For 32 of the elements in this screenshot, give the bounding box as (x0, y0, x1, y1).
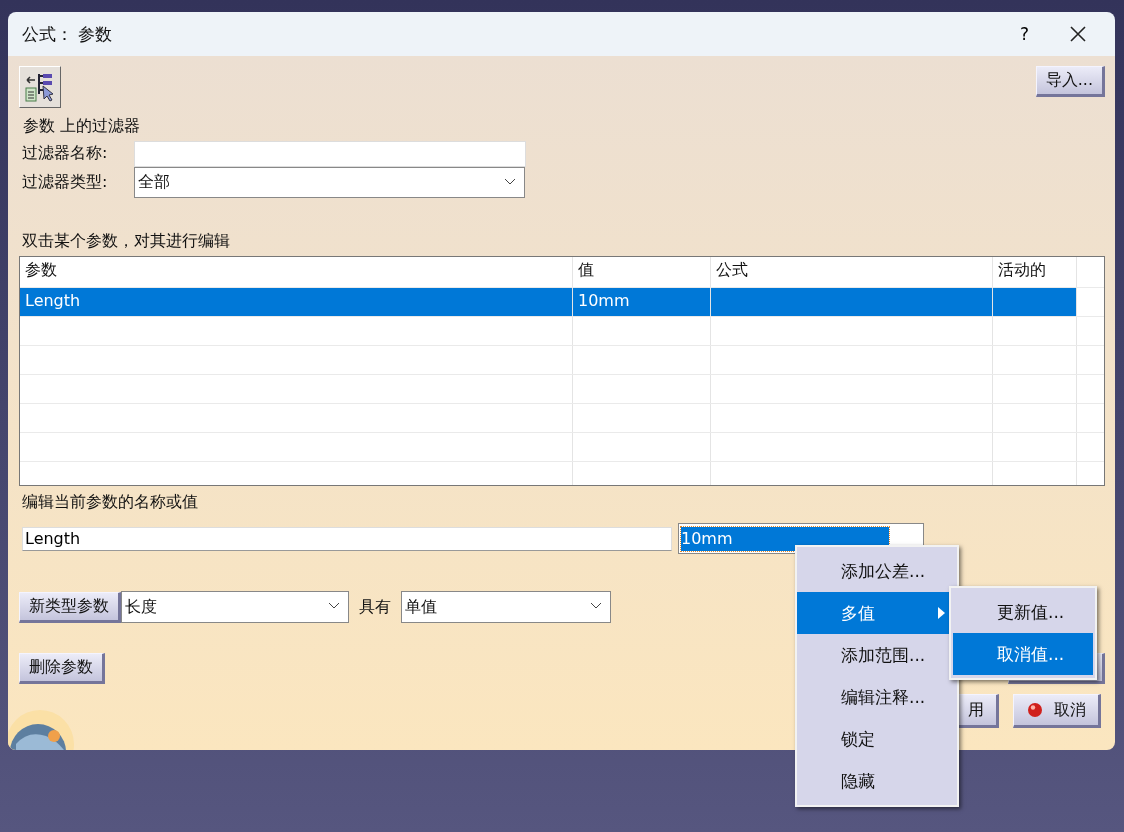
filter-name-label: 过滤器名称: (21, 143, 109, 164)
cancel-button[interactable]: 取消 (1013, 694, 1101, 728)
formula-tool-button[interactable] (19, 66, 61, 108)
close-icon[interactable] (1069, 25, 1087, 43)
column-header[interactable]: 活动的 (993, 257, 1077, 287)
multiplicity-dropdown[interactable]: 单值 (401, 591, 611, 623)
column-header[interactable]: 公式 (711, 257, 993, 287)
menu-item[interactable]: 取消值... (953, 633, 1093, 675)
chevron-down-icon (590, 602, 602, 610)
filter-name-field[interactable] (134, 140, 526, 167)
column-header[interactable]: 参数 (20, 257, 573, 287)
filter-type-dropdown[interactable]: 全部 (134, 167, 525, 198)
table-cell: Length (20, 288, 573, 316)
parameter-name-field[interactable]: Length (22, 526, 672, 551)
parameter-type-dropdown[interactable]: 长度 (121, 591, 349, 623)
ball-icon (1026, 701, 1044, 719)
help-button[interactable]: ? (1019, 24, 1029, 44)
column-header[interactable]: 值 (573, 257, 711, 287)
table-cell: 10mm (573, 288, 711, 316)
edit-label: 编辑当前参数的名称或值 (22, 492, 199, 513)
chevron-down-icon (328, 602, 340, 610)
import-button[interactable]: 导入... (1035, 66, 1105, 97)
filter-heading: 参数 上的过滤器 (23, 116, 142, 137)
new-parameter-button[interactable]: 新类型参数 (19, 591, 121, 623)
filter-type-label: 过滤器类型: (21, 172, 109, 193)
menu-item[interactable]: 隐藏 (797, 760, 957, 802)
table-hint: 双击某个参数，对其进行编辑 (22, 231, 231, 252)
window-title: 公式： 参数 (22, 22, 114, 46)
delete-parameter-button[interactable]: 删除参数 (19, 653, 105, 684)
with-label: 具有 (359, 596, 391, 618)
chevron-down-icon (504, 178, 516, 186)
table-row[interactable]: Length 10mm (20, 288, 1104, 317)
